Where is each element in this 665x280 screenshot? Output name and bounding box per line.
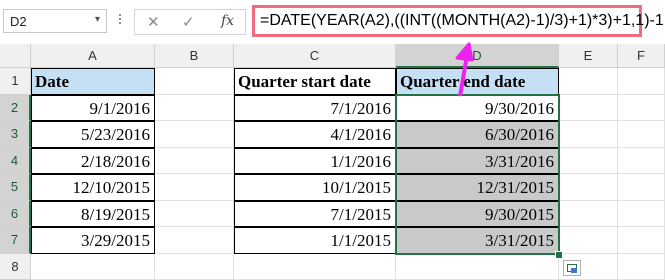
cell-f2[interactable] [618,95,665,122]
cell-c7[interactable]: 1/1/2015 [234,227,396,254]
cell-a7[interactable]: 3/29/2015 [31,227,155,254]
cell-e1[interactable] [559,68,618,95]
column-header-f[interactable]: F [618,44,665,68]
name-box[interactable]: D2 ▾ [3,9,107,33]
paste-options-icon[interactable] [563,260,581,276]
cell-c1[interactable]: Quarter start date [234,68,396,95]
cell-b1[interactable] [155,68,234,95]
cell-e3[interactable] [559,121,618,148]
cell-c5[interactable]: 10/1/2015 [234,174,396,201]
row-header-6[interactable]: 6 [0,201,31,228]
cell-e5[interactable] [559,174,618,201]
row-header-3[interactable]: 3 [0,121,31,148]
chevron-down-icon[interactable]: ▾ [95,14,100,25]
select-all-corner[interactable] [0,44,31,68]
cell-f3[interactable] [618,121,665,148]
cell-f6[interactable] [618,201,665,228]
formula-buttons: ✕ ✓ fx [134,9,246,35]
formula-bar: D2 ▾ ✕ ✓ fx =DATE(YEAR(A2),((INT((MONTH(… [0,0,665,44]
cell-b3[interactable] [155,121,234,148]
row-header-2[interactable]: 2 [0,95,31,122]
cell-b8[interactable] [155,254,234,280]
formula-text: =DATE(YEAR(A2),((INT((MONTH(A2)-1)/3)+1)… [260,12,664,30]
fill-handle[interactable] [555,251,563,259]
cell-b2[interactable] [155,95,234,122]
cell-f7[interactable] [618,227,665,254]
cell-c2[interactable]: 7/1/2016 [234,95,396,122]
cell-c4[interactable]: 1/1/2016 [234,148,396,175]
row-header-1[interactable]: 1 [0,68,31,95]
cell-e4[interactable] [559,148,618,175]
column-header-d[interactable]: D [396,44,559,68]
row-header-4[interactable]: 4 [0,148,31,175]
cell-a5[interactable]: 12/10/2015 [31,174,155,201]
row-header-7[interactable]: 7 [0,227,31,254]
cell-b7[interactable] [155,227,234,254]
cell-c3[interactable]: 4/1/2016 [234,121,396,148]
column-header-c[interactable]: C [234,44,396,68]
cell-b5[interactable] [155,174,234,201]
insert-function-icon[interactable]: fx [221,13,234,29]
cell-e2[interactable] [559,95,618,122]
cell-a4[interactable]: 2/18/2016 [31,148,155,175]
column-header-e[interactable]: E [559,44,618,68]
row-header-5[interactable]: 5 [0,174,31,201]
cell-b6[interactable] [155,201,234,228]
formula-input[interactable]: =DATE(YEAR(A2),((INT((MONTH(A2)-1)/3)+1)… [252,5,642,37]
selection-range [395,94,560,255]
cell-d1[interactable]: Quarter end date [396,68,559,95]
cell-f1[interactable] [618,68,665,95]
cell-a6[interactable]: 8/19/2015 [31,201,155,228]
cell-a2[interactable]: 9/1/2016 [31,95,155,122]
cell-f4[interactable] [618,148,665,175]
cell-c8[interactable] [234,254,396,280]
spreadsheet-grid: ABCDEF12345678DateQuarter start dateQuar… [0,44,665,271]
cell-a8[interactable] [31,254,155,280]
cell-a1[interactable]: Date [31,68,155,95]
cell-d8[interactable] [396,254,559,280]
column-header-b[interactable]: B [155,44,234,68]
column-header-a[interactable]: A [31,44,155,68]
cell-f5[interactable] [618,174,665,201]
row-header-8[interactable]: 8 [0,254,31,280]
cell-b4[interactable] [155,148,234,175]
cell-e6[interactable] [559,201,618,228]
cell-e7[interactable] [559,227,618,254]
cell-a3[interactable]: 5/23/2016 [31,121,155,148]
cancel-icon[interactable]: ✕ [147,13,160,31]
name-box-value: D2 [10,14,27,29]
cell-f8[interactable] [618,254,665,280]
enter-icon[interactable]: ✓ [182,13,195,31]
drag-handle-icon[interactable] [118,12,122,30]
cell-c6[interactable]: 7/1/2015 [234,201,396,228]
